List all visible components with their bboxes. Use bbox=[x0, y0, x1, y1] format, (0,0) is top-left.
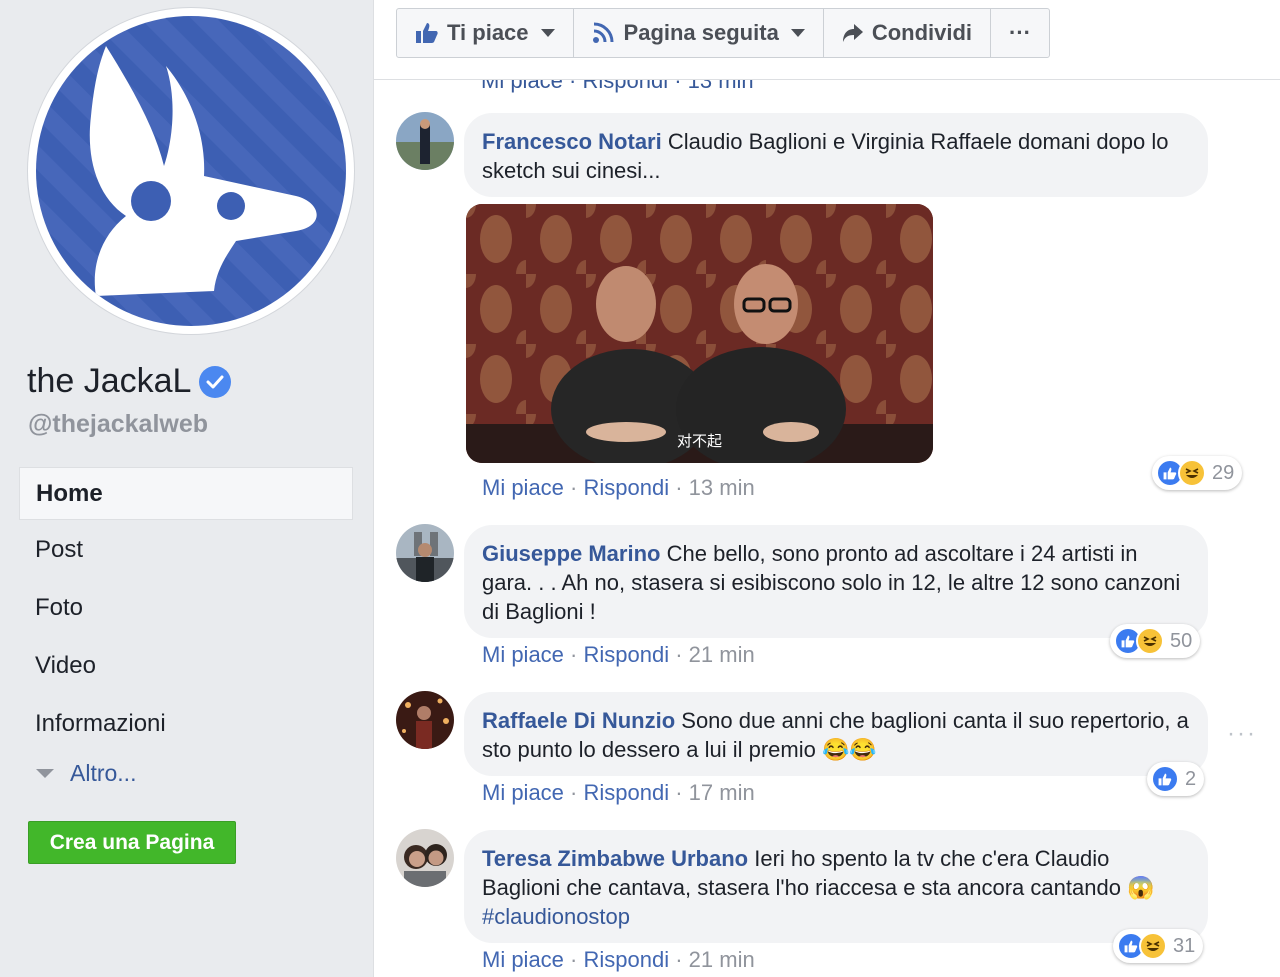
create-page-button[interactable]: Crea una Pagina bbox=[28, 821, 236, 864]
like-page-label: Ti piace bbox=[447, 20, 529, 45]
reply-link[interactable]: Rispondi bbox=[583, 475, 669, 500]
haha-reaction-icon bbox=[1136, 627, 1164, 655]
page-title[interactable]: the JackaL bbox=[27, 362, 232, 401]
nav-item-informazioni[interactable]: Informazioni bbox=[19, 698, 353, 756]
comment-meta: Mi piace · Rispondi · 21 min bbox=[482, 947, 755, 972]
chevron-down-icon bbox=[790, 29, 805, 37]
reaction-summary[interactable]: 31 bbox=[1113, 929, 1204, 963]
comment-author[interactable]: Teresa Zimbabwe Urbano bbox=[482, 846, 748, 871]
comment-bubble: Francesco Notari Claudio Baglioni e Virg… bbox=[464, 113, 1208, 197]
share-arrow-icon bbox=[842, 24, 863, 42]
nav-item-video[interactable]: Video bbox=[19, 640, 353, 698]
ellipsis-icon: ··· bbox=[1009, 20, 1032, 45]
chevron-down-icon bbox=[540, 29, 555, 37]
main-panel: Ti piace Pagina seguita Condividi ··· Mi… bbox=[373, 0, 1280, 977]
profile-picture[interactable] bbox=[28, 8, 354, 334]
share-label: Condividi bbox=[871, 20, 973, 45]
avatar[interactable] bbox=[396, 829, 454, 887]
haha-reaction-icon bbox=[1178, 459, 1206, 487]
reaction-summary[interactable]: 50 bbox=[1110, 624, 1201, 658]
comment-bubble: Teresa Zimbabwe Urbano Ieri ho spento la… bbox=[464, 830, 1208, 943]
avatar[interactable] bbox=[396, 112, 454, 170]
like-page-button[interactable]: Ti piace bbox=[397, 9, 574, 57]
comment-author[interactable]: Francesco Notari bbox=[482, 129, 662, 154]
thumbs-up-icon bbox=[416, 23, 438, 43]
nav-item-foto[interactable]: Foto bbox=[19, 582, 353, 640]
reaction-count: 31 bbox=[1173, 934, 1196, 957]
share-button[interactable]: Condividi bbox=[824, 9, 992, 57]
comment-time[interactable]: 21 min bbox=[689, 947, 755, 972]
video-thumbnail bbox=[466, 204, 933, 463]
reaction-count: 50 bbox=[1170, 629, 1193, 652]
comment-video[interactable]: 对不起 bbox=[466, 204, 933, 463]
reaction-summary[interactable]: 29 bbox=[1152, 456, 1243, 490]
comment-time[interactable]: 13 min bbox=[689, 475, 755, 500]
comment-author[interactable]: Giuseppe Marino bbox=[482, 541, 660, 566]
reaction-count: 29 bbox=[1212, 461, 1235, 484]
jackal-logo-icon bbox=[36, 16, 346, 326]
reaction-summary[interactable]: 2 bbox=[1147, 762, 1205, 796]
page-action-bar: Ti piace Pagina seguita Condividi ··· bbox=[374, 0, 1280, 80]
like-comment-link[interactable]: Mi piace bbox=[482, 947, 564, 972]
like-comment-link[interactable]: Mi piace bbox=[482, 475, 564, 500]
comment-bubble: Giuseppe Marino Che bello, sono pronto a… bbox=[464, 525, 1208, 638]
reply-link[interactable]: Rispondi bbox=[583, 780, 669, 805]
nav-item-post[interactable]: Post bbox=[19, 524, 353, 582]
action-buttons: Ti piace Pagina seguita Condividi ··· bbox=[396, 8, 1051, 58]
reply-link[interactable]: Rispondi bbox=[583, 947, 669, 972]
comment-bubble: Raffaele Di Nunzio Sono due anni che bag… bbox=[464, 692, 1208, 776]
page-handle[interactable]: @thejackalweb bbox=[28, 410, 208, 439]
reply-link[interactable]: Rispondi bbox=[583, 642, 669, 667]
nav-more-label: Altro... bbox=[70, 760, 137, 786]
haha-reaction-icon bbox=[1139, 932, 1167, 960]
nav-more[interactable]: Altro... bbox=[36, 760, 136, 787]
triangle-down-icon bbox=[36, 769, 54, 778]
more-options-button[interactable]: ··· bbox=[991, 9, 1049, 57]
comment-meta: Mi piace · Rispondi · 13 min bbox=[482, 475, 755, 500]
page-name-text: the JackaL bbox=[27, 362, 192, 400]
rss-icon bbox=[592, 22, 614, 43]
comment-time[interactable]: 17 min bbox=[689, 780, 755, 805]
avatar[interactable] bbox=[396, 691, 454, 749]
verified-badge-icon bbox=[199, 365, 232, 398]
left-column: the JackaL @thejackalweb Home Post Foto … bbox=[0, 0, 372, 977]
video-subtitle: 对不起 bbox=[676, 433, 722, 450]
follow-page-button[interactable]: Pagina seguita bbox=[574, 9, 824, 57]
nav-item-home[interactable]: Home bbox=[19, 467, 353, 520]
comment-author[interactable]: Raffaele Di Nunzio bbox=[482, 708, 675, 733]
hashtag-link[interactable]: #claudionostop bbox=[482, 904, 630, 929]
page-nav: Home Post Foto Video Informazioni bbox=[19, 467, 353, 756]
reaction-count: 2 bbox=[1185, 767, 1197, 790]
avatar[interactable] bbox=[396, 524, 454, 582]
follow-page-label: Pagina seguita bbox=[623, 20, 779, 45]
comment-meta: Mi piace · Rispondi · 21 min bbox=[482, 642, 755, 667]
comment-options-icon[interactable]: ··· bbox=[1227, 720, 1257, 748]
comment-time[interactable]: 21 min bbox=[689, 642, 755, 667]
like-comment-link[interactable]: Mi piace bbox=[482, 642, 564, 667]
comment-meta: Mi piace · Rispondi · 17 min bbox=[482, 780, 755, 805]
like-reaction-icon bbox=[1151, 765, 1179, 793]
like-comment-link[interactable]: Mi piace bbox=[482, 780, 564, 805]
